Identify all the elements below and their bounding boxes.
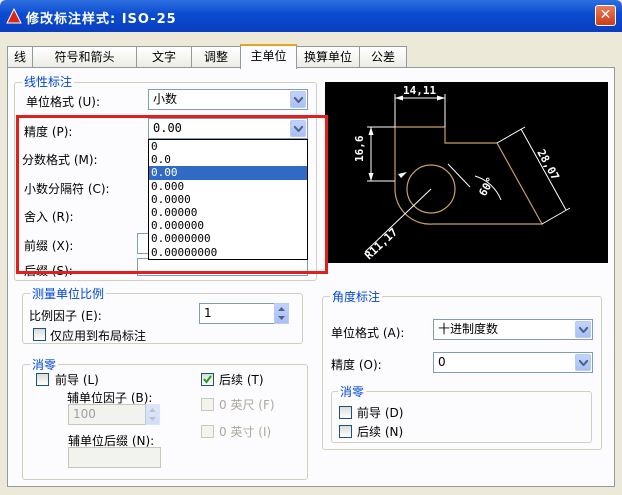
tab-symbols-arrows[interactable]: 符号和箭头 <box>32 46 137 68</box>
chevron-down-icon[interactable] <box>575 321 591 338</box>
unit-format-select[interactable]: 小数 <box>148 89 308 110</box>
trailing-zero-checkbox[interactable] <box>201 373 214 386</box>
unit-format-label: 单位格式 (U): <box>26 95 101 109</box>
angular-precision-value: 0 <box>438 355 446 369</box>
layout-only-checkbox[interactable] <box>33 328 46 341</box>
tab-fit[interactable]: 调整 <box>191 46 241 68</box>
angular-group-title: 角度标注 <box>330 288 383 305</box>
angular-trailing-checkbox[interactable] <box>339 425 352 438</box>
dim-left-text: 16,6 <box>353 135 366 162</box>
scale-factor-label: 比例因子 (E): <box>29 309 102 323</box>
tab-text[interactable]: 文字 <box>136 46 192 68</box>
scale-factor-spinner[interactable] <box>274 303 289 324</box>
zero-inches-checkbox[interactable] <box>201 425 214 438</box>
chevron-down-icon[interactable] <box>575 354 591 371</box>
linear-group-title: 线性标注 <box>22 73 75 90</box>
window-title: 修改标注样式: ISO-25 <box>26 12 177 27</box>
angular-leading-checkbox[interactable] <box>339 406 352 419</box>
angular-zero-title: 消零 <box>338 383 367 400</box>
dim-top-text: 14,11 <box>403 84 436 97</box>
checkmark-icon <box>203 375 212 384</box>
angular-leading-label: 前导 (D) <box>357 406 404 420</box>
spinner-arrows-icon[interactable] <box>275 304 288 323</box>
angular-precision-select[interactable]: 0 <box>433 352 593 373</box>
preview-image: 14,11 16,6 28,07 60° R11,17 <box>325 82 608 263</box>
zero-feet-label: 0 英尺 (F) <box>219 398 275 412</box>
zero-feet-checkbox[interactable] <box>201 398 214 411</box>
leading-zero-checkbox[interactable] <box>36 373 49 386</box>
layout-only-label: 仅应用到布局标注 <box>50 329 147 343</box>
dim-angle-text: 60° <box>476 175 497 199</box>
leading-zero-label: 前导 (L) <box>55 373 99 387</box>
angular-unit-format-label: 单位格式 (A): <box>331 326 405 340</box>
sub-unit-factor-input[interactable]: 100 <box>68 404 146 425</box>
preview-drawing: 14,11 16,6 28,07 60° R11,17 <box>353 84 571 263</box>
scale-factor-input[interactable]: 1 <box>199 303 275 324</box>
angular-unit-format-value: 十进制度数 <box>438 322 499 336</box>
zero-suppress-title: 消零 <box>30 356 59 373</box>
title-bar: 修改标注样式: ISO-25 ✕ <box>0 0 622 32</box>
sub-unit-factor-spinner[interactable] <box>145 404 160 425</box>
zero-inches-label: 0 英寸 (I) <box>219 425 272 439</box>
sub-unit-suffix-input[interactable] <box>68 447 161 468</box>
app-icon <box>6 8 22 24</box>
dim-right-text: 28,07 <box>534 147 561 182</box>
dim-radius-text: R11,17 <box>362 226 400 263</box>
spinner-arrows-icon[interactable] <box>146 405 159 424</box>
tab-alternate-units[interactable]: 换算单位 <box>296 46 360 68</box>
angular-unit-format-select[interactable]: 十进制度数 <box>433 319 593 340</box>
tab-lines[interactable]: 线 <box>7 46 33 68</box>
angular-precision-label: 精度 (O): <box>331 358 382 372</box>
trailing-zero-label: 后续 (T) <box>219 373 264 387</box>
chevron-down-icon[interactable] <box>290 91 306 108</box>
close-icon[interactable]: ✕ <box>600 7 612 23</box>
tab-tolerances[interactable]: 公差 <box>359 46 407 68</box>
angular-trailing-label: 后续 (N) <box>357 425 404 439</box>
scale-group-title: 测量单位比例 <box>30 285 107 302</box>
dialog-window: 修改标注样式: ISO-25 ✕ 线 符号和箭头 文字 调整 主单位 换算单位 … <box>0 0 622 495</box>
highlight-box <box>16 115 328 274</box>
tab-primary-units[interactable]: 主单位 <box>240 44 297 69</box>
close-button[interactable]: ✕ <box>595 5 616 26</box>
unit-format-value: 小数 <box>153 92 178 106</box>
